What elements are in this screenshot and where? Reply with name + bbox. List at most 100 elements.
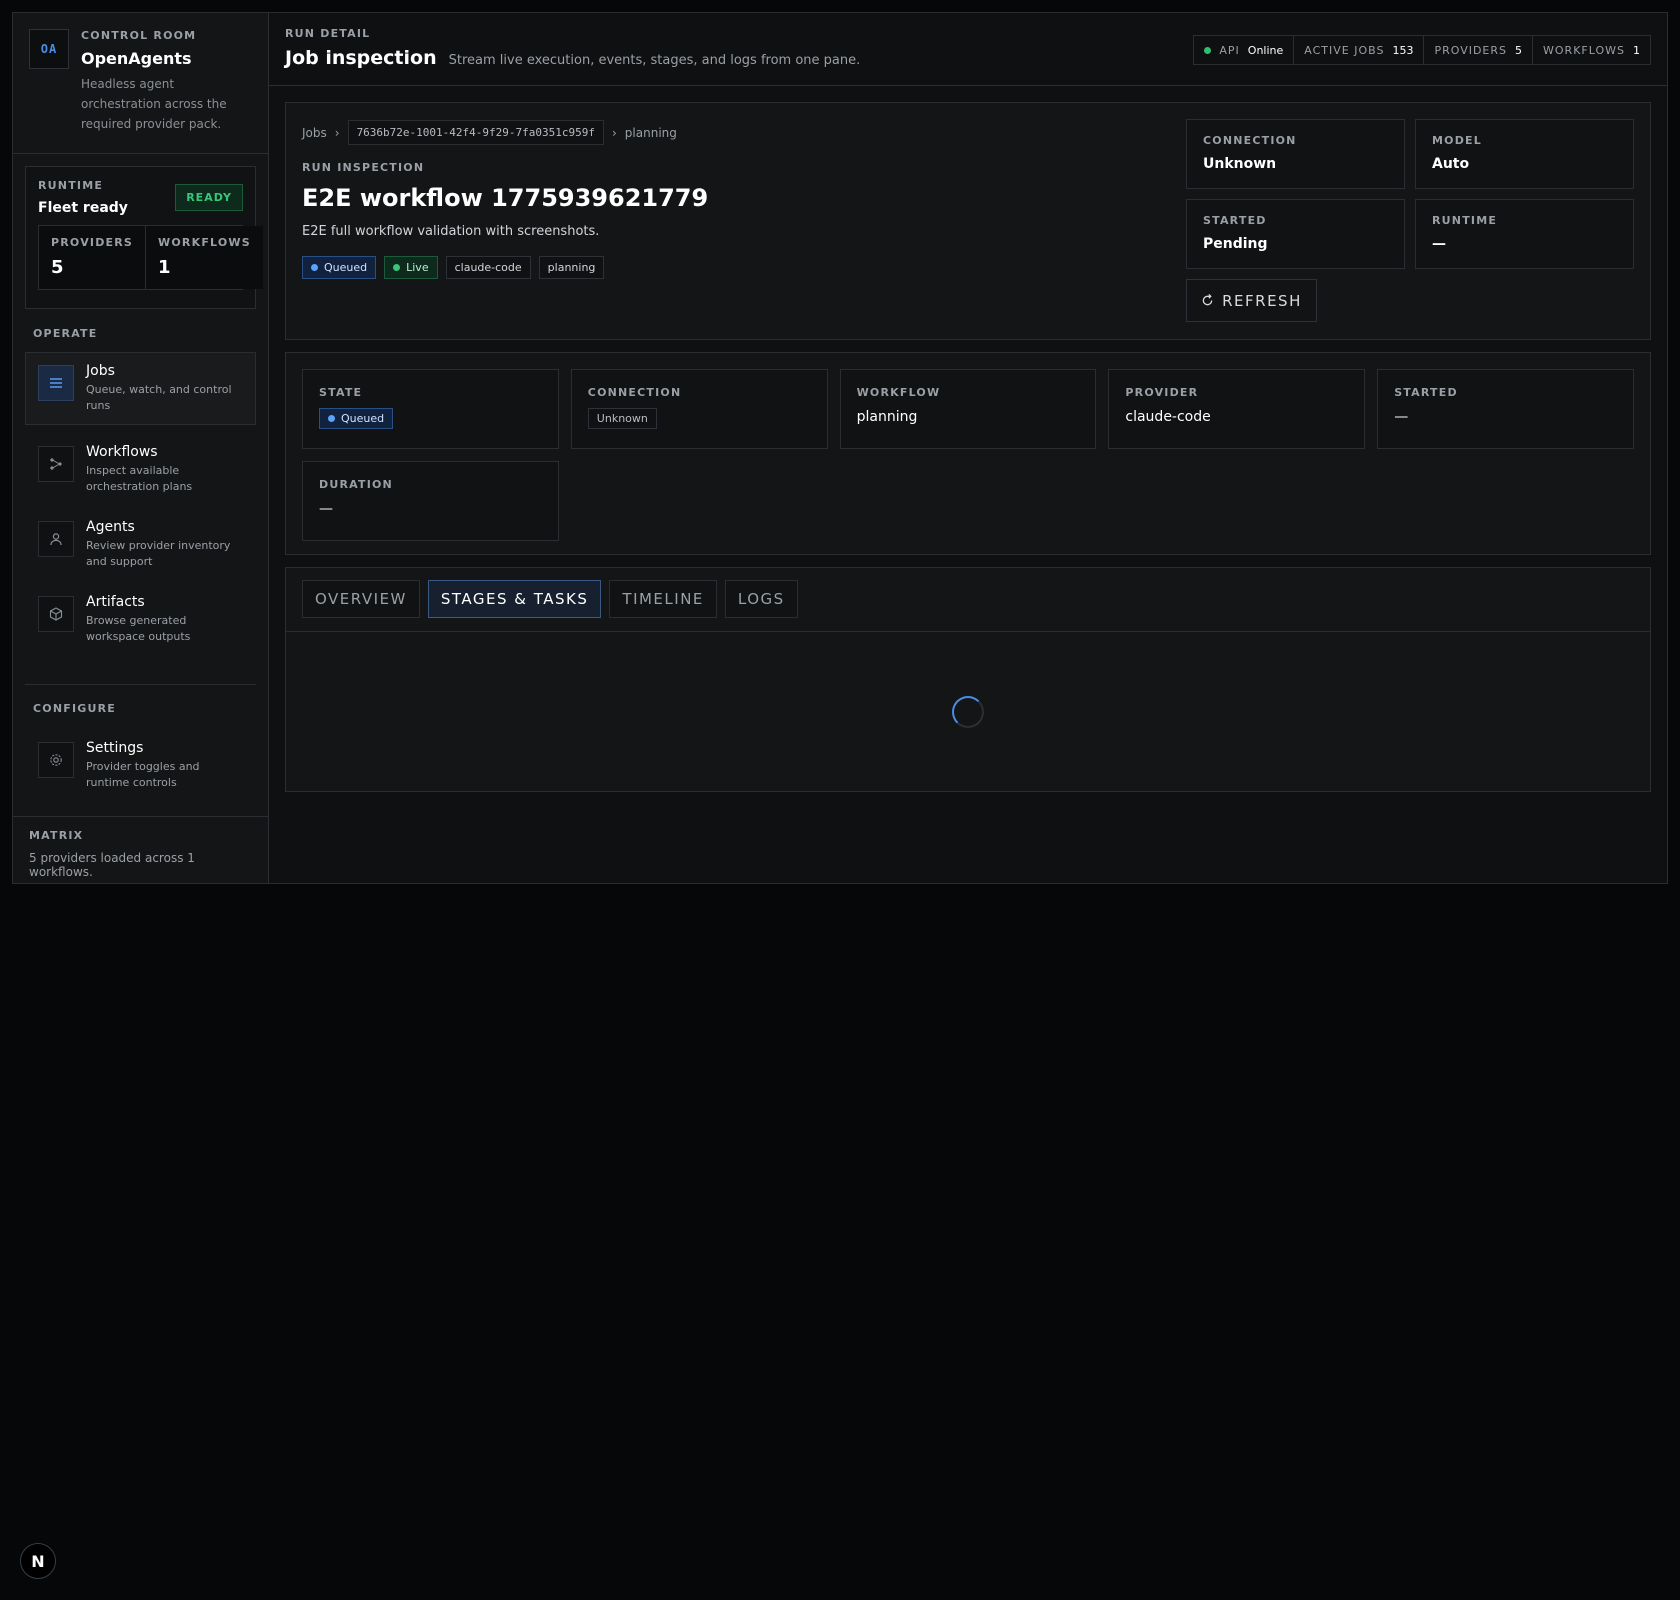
meta-started: STARTED Pending bbox=[1186, 199, 1405, 269]
stat-value: Queued bbox=[341, 412, 385, 425]
main: RUN DETAIL Job inspection Stream live ex… bbox=[269, 13, 1667, 883]
stat-label: DURATION bbox=[319, 478, 393, 491]
status-providers: PROVIDERS 5 bbox=[1423, 36, 1532, 64]
loading-spinner-icon bbox=[952, 696, 984, 728]
chip-label: Live bbox=[406, 261, 429, 274]
status-badge-live: Live bbox=[384, 256, 438, 279]
brand: OA CONTROL ROOM OpenAgents Headless agen… bbox=[13, 13, 268, 154]
brand-eyebrow: CONTROL ROOM bbox=[81, 29, 197, 42]
breadcrumb: Jobs › 7636b72e-1001-42f4-9f29-7fa0351c9… bbox=[302, 120, 1186, 145]
status-value: 1 bbox=[1633, 43, 1640, 57]
app-name: OpenAgents bbox=[81, 49, 192, 68]
sidebar-item-workflows[interactable]: Workflows Inspect available orchestratio… bbox=[25, 433, 256, 506]
chip-label: Queued bbox=[324, 261, 368, 274]
runtime-title: Fleet ready bbox=[38, 200, 128, 216]
workflow-chip: planning bbox=[538, 256, 605, 279]
refresh-icon bbox=[1202, 294, 1213, 306]
sidebar-item-subtitle: Queue, watch, and control runs bbox=[86, 383, 232, 412]
tab-overview[interactable]: OVERVIEW bbox=[302, 580, 420, 618]
meta-value: Unknown bbox=[1203, 156, 1277, 172]
chevron-right-icon: › bbox=[334, 125, 340, 140]
status-strip: API Online ACTIVE JOBS 153 PROVIDERS 5 W… bbox=[1193, 35, 1651, 65]
tab-timeline[interactable]: TIMELINE bbox=[609, 580, 717, 618]
sidebar-item-agents[interactable]: Agents Review provider inventory and sup… bbox=[25, 508, 256, 581]
sidebar-item-title: Jobs bbox=[86, 363, 115, 379]
stat-duration: DURATION — bbox=[302, 461, 559, 541]
run-title: E2E workflow 1775939621779 bbox=[302, 184, 709, 212]
sidebar-item-title: Settings bbox=[86, 740, 144, 756]
sidebar-item-subtitle: Provider toggles and runtime controls bbox=[86, 760, 200, 789]
meta-runtime: RUNTIME — bbox=[1415, 199, 1634, 269]
run-hero: Jobs › 7636b72e-1001-42f4-9f29-7fa0351c9… bbox=[285, 102, 1651, 340]
connection-badge: Unknown bbox=[587, 408, 657, 429]
sidebar-item-artifacts[interactable]: Artifacts Browse generated workspace out… bbox=[25, 583, 256, 656]
chevron-right-icon: › bbox=[611, 125, 617, 140]
runtime-stats: PROVIDERS 5 WORKFLOWS 1 bbox=[38, 225, 263, 290]
dot-icon bbox=[393, 264, 401, 271]
runtime-stat-providers: PROVIDERS 5 bbox=[39, 226, 146, 289]
stat-label: WORKFLOW bbox=[856, 386, 941, 399]
breadcrumb-jobs-link[interactable]: Jobs bbox=[302, 126, 327, 140]
stat-state: STATE Queued bbox=[302, 369, 559, 449]
meta-connection: CONNECTION Unknown bbox=[1186, 119, 1405, 189]
primary-nav: Jobs Queue, watch, and control runs Work… bbox=[13, 352, 268, 656]
status-label: PROVIDERS bbox=[1434, 43, 1508, 57]
stat-value: claude-code bbox=[1125, 409, 1211, 425]
sidebar-item-jobs[interactable]: Jobs Queue, watch, and control runs bbox=[25, 352, 256, 425]
sidebar-item-title: Workflows bbox=[86, 444, 158, 460]
status-api: API Online bbox=[1194, 36, 1293, 64]
workflow-icon bbox=[38, 446, 74, 482]
meta-label: CONNECTION bbox=[1203, 134, 1297, 147]
status-value: Online bbox=[1247, 43, 1284, 57]
stat-workflow: WORKFLOW planning bbox=[839, 369, 1097, 449]
list-icon bbox=[38, 365, 74, 401]
stat-connection: CONNECTION Unknown bbox=[570, 369, 828, 449]
status-label: WORKFLOWS bbox=[1543, 43, 1625, 57]
breadcrumb-job-id[interactable]: 7636b72e-1001-42f4-9f29-7fa0351c959f bbox=[347, 120, 604, 145]
configure-label: CONFIGURE bbox=[33, 702, 116, 715]
status-badge-queued: Queued bbox=[302, 256, 377, 279]
tab-logs[interactable]: LOGS bbox=[724, 580, 798, 618]
runtime-stat-label: WORKFLOWS bbox=[158, 236, 251, 249]
topbar: RUN DETAIL Job inspection Stream live ex… bbox=[269, 13, 1667, 86]
stat-label: PROVIDER bbox=[1125, 386, 1199, 399]
breadcrumb-leaf: planning bbox=[624, 125, 677, 140]
runtime-stat-value: 5 bbox=[51, 257, 64, 278]
status-dot-icon bbox=[1204, 46, 1212, 54]
framework-badge-icon[interactable]: N bbox=[20, 1543, 56, 1579]
status-value: 5 bbox=[1515, 43, 1523, 57]
meta-label: MODEL bbox=[1432, 134, 1482, 147]
matrix-text: 5 providers loaded across 1 workflows. bbox=[29, 851, 195, 879]
matrix-footer: MATRIX 5 providers loaded across 1 workf… bbox=[13, 816, 268, 883]
sidebar-item-settings[interactable]: Settings Provider toggles and runtime co… bbox=[25, 729, 256, 802]
runtime-stat-label: PROVIDERS bbox=[51, 236, 134, 249]
gear-icon bbox=[38, 742, 74, 778]
user-icon bbox=[38, 521, 74, 557]
stat-label: STATE bbox=[319, 386, 363, 399]
dot-icon bbox=[311, 264, 318, 271]
run-description: E2E full workflow validation with screen… bbox=[302, 224, 600, 239]
status-label: ACTIVE JOBS bbox=[1304, 43, 1385, 57]
meta-label: RUNTIME bbox=[1432, 214, 1498, 227]
runtime-stat-workflows: WORKFLOWS 1 bbox=[145, 226, 263, 289]
provider-chip: claude-code bbox=[445, 256, 531, 279]
app-description: Headless agent orchestration across the … bbox=[81, 77, 227, 131]
meta-label: STARTED bbox=[1203, 214, 1267, 227]
sidebar-item-subtitle: Inspect available orchestration plans bbox=[86, 464, 193, 493]
tab-stages-tasks[interactable]: STAGES & TASKS bbox=[427, 580, 602, 618]
meta-model: MODEL Auto bbox=[1415, 119, 1634, 189]
sidebar-item-subtitle: Browse generated workspace outputs bbox=[86, 614, 191, 643]
status-value: 153 bbox=[1392, 43, 1414, 57]
config-nav: Settings Provider toggles and runtime co… bbox=[13, 729, 268, 802]
stat-value: — bbox=[1394, 409, 1409, 425]
refresh-button[interactable]: REFRESH bbox=[1186, 279, 1317, 322]
stat-label: CONNECTION bbox=[587, 386, 682, 399]
run-chips: Queued Live claude-code planning bbox=[302, 256, 1186, 279]
meta-value: — bbox=[1432, 236, 1446, 252]
brand-logo: OA bbox=[29, 29, 69, 69]
run-tabs: OVERVIEW STAGES & TASKS TIMELINE LOGS bbox=[285, 567, 1651, 792]
stat-provider: PROVIDER claude-code bbox=[1108, 369, 1366, 449]
tab-bar: OVERVIEW STAGES & TASKS TIMELINE LOGS bbox=[286, 568, 1650, 632]
run-meta: CONNECTION Unknown MODEL Auto STARTED Pe… bbox=[1186, 119, 1634, 323]
tab-content bbox=[286, 632, 1650, 792]
